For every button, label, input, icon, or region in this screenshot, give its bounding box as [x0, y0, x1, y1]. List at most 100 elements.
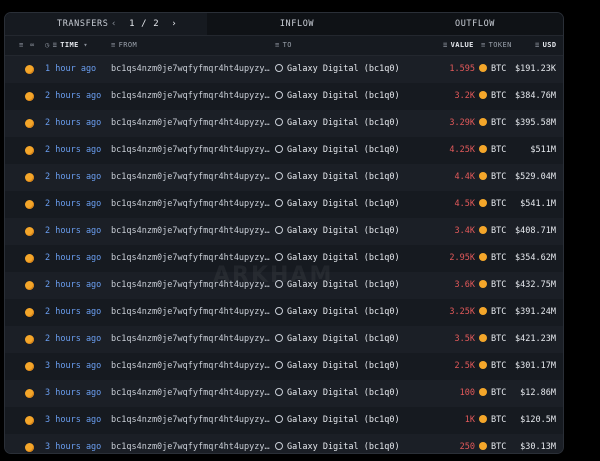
token-link[interactable]: BTC: [479, 83, 506, 110]
table-row[interactable]: 2 hours ago bc1qs4nzm0je7wqfyfmqr4ht4upyz…: [5, 110, 563, 137]
token-link[interactable]: BTC: [479, 407, 506, 434]
column-time[interactable]: ◷ ≡ TIME ▾: [45, 36, 91, 55]
token-link[interactable]: BTC: [479, 326, 506, 353]
token-link[interactable]: BTC: [479, 218, 506, 245]
token-link[interactable]: BTC: [479, 245, 506, 272]
table-row[interactable]: 2 hours ago bc1qs4nzm0je7wqfyfmqr4ht4upyz…: [5, 191, 563, 218]
transfer-value: 4.5K: [454, 199, 475, 209]
token-label: BTC: [491, 91, 507, 101]
column-token[interactable]: ≡ TOKEN: [481, 36, 512, 55]
transfer-time-link[interactable]: 2 hours ago: [45, 83, 101, 110]
to-entity-link[interactable]: Galaxy Digital (bc1q0): [275, 434, 400, 453]
token-link[interactable]: BTC: [479, 56, 506, 83]
table-row[interactable]: 3 hours ago bc1qs4nzm0je7wqfyfmqr4ht4upyz…: [5, 353, 563, 380]
chevron-right-icon[interactable]: ›: [171, 19, 177, 29]
filter-icon[interactable]: ≡: [19, 36, 27, 55]
transfer-time-link[interactable]: 2 hours ago: [45, 245, 101, 272]
to-entity-label: Galaxy Digital (bc1q0): [287, 253, 400, 263]
from-address-link[interactable]: bc1qs4nzm0je7wqfyfmqr4ht4upyzy5...: [111, 434, 271, 453]
transfer-time-link[interactable]: 2 hours ago: [45, 110, 101, 137]
token-link[interactable]: BTC: [479, 272, 506, 299]
column-to[interactable]: ≡ TO: [275, 36, 292, 55]
tab-outflow[interactable]: OUTFLOW: [387, 13, 563, 35]
to-entity-link[interactable]: Galaxy Digital (bc1q0): [275, 164, 400, 191]
from-address-link[interactable]: bc1qs4nzm0je7wqfyfmqr4ht4upyzy5...: [111, 164, 271, 191]
transfer-value: 2.95K: [449, 253, 475, 263]
table-row[interactable]: 3 hours ago bc1qs4nzm0je7wqfyfmqr4ht4upyz…: [5, 380, 563, 407]
tab-inflow[interactable]: INFLOW: [207, 13, 387, 35]
to-entity-label: Galaxy Digital (bc1q0): [287, 199, 400, 209]
from-address-link[interactable]: bc1qs4nzm0je7wqfyfmqr4ht4upyzy5...: [111, 218, 271, 245]
to-entity-link[interactable]: Galaxy Digital (bc1q0): [275, 83, 400, 110]
from-address-link[interactable]: bc1qs4nzm0je7wqfyfmqr4ht4upyzy5...: [111, 326, 271, 353]
token-link[interactable]: BTC: [479, 434, 506, 453]
tab-inflow-label: INFLOW: [279, 19, 315, 29]
column-value[interactable]: ≡ VALUE: [443, 36, 474, 55]
column-from[interactable]: ≡ FROM: [111, 36, 137, 55]
to-entity-link[interactable]: Galaxy Digital (bc1q0): [275, 137, 400, 164]
entity-icon: [275, 172, 283, 180]
transfer-time-link[interactable]: 2 hours ago: [45, 191, 101, 218]
from-address-link[interactable]: bc1qs4nzm0je7wqfyfmqr4ht4upyzy5...: [111, 380, 271, 407]
to-entity-link[interactable]: Galaxy Digital (bc1q0): [275, 407, 400, 434]
token-link[interactable]: BTC: [479, 110, 506, 137]
from-address-link[interactable]: bc1qs4nzm0je7wqfyfmqr4ht4upyzy5...: [111, 56, 271, 83]
transfer-time-link[interactable]: 2 hours ago: [45, 218, 101, 245]
from-address-link[interactable]: bc1qs4nzm0je7wqfyfmqr4ht4upyzy5...: [111, 191, 271, 218]
entity-icon: [275, 199, 283, 207]
to-entity-link[interactable]: Galaxy Digital (bc1q0): [275, 299, 400, 326]
table-row[interactable]: 2 hours ago bc1qs4nzm0je7wqfyfmqr4ht4upyz…: [5, 299, 563, 326]
table-row[interactable]: 3 hours ago bc1qs4nzm0je7wqfyfmqr4ht4upyz…: [5, 434, 563, 453]
token-label: BTC: [491, 253, 507, 263]
column-usd-label: USD: [542, 41, 557, 49]
tab-outflow-label: OUTFLOW: [454, 19, 496, 29]
btc-icon: [25, 362, 34, 371]
token-link[interactable]: BTC: [479, 353, 506, 380]
table-row[interactable]: 2 hours ago bc1qs4nzm0je7wqfyfmqr4ht4upyz…: [5, 218, 563, 245]
transfer-time-link[interactable]: 3 hours ago: [45, 353, 101, 380]
tab-transfers[interactable]: TRANSFERS ‹ 1 / 2 ›: [5, 13, 207, 35]
table-row[interactable]: 2 hours ago bc1qs4nzm0je7wqfyfmqr4ht4upyz…: [5, 164, 563, 191]
token-link[interactable]: BTC: [479, 380, 506, 407]
to-entity-link[interactable]: Galaxy Digital (bc1q0): [275, 218, 400, 245]
transfer-time-link[interactable]: 1 hour ago: [45, 56, 96, 83]
table-row[interactable]: 2 hours ago bc1qs4nzm0je7wqfyfmqr4ht4upyz…: [5, 83, 563, 110]
column-usd[interactable]: ≡ USD: [535, 36, 556, 55]
transfer-time-link[interactable]: 2 hours ago: [45, 164, 101, 191]
from-address-link[interactable]: bc1qs4nzm0je7wqfyfmqr4ht4upyzy5...: [111, 137, 271, 164]
btc-icon: [479, 199, 487, 207]
transfer-time-link[interactable]: 3 hours ago: [45, 434, 101, 453]
to-entity-link[interactable]: Galaxy Digital (bc1q0): [275, 380, 400, 407]
to-entity-label: Galaxy Digital (bc1q0): [287, 442, 400, 452]
transfer-time-link[interactable]: 2 hours ago: [45, 299, 101, 326]
from-address-link[interactable]: bc1qs4nzm0je7wqfyfmqr4ht4upyzy5...: [111, 83, 271, 110]
to-entity-label: Galaxy Digital (bc1q0): [287, 145, 400, 155]
transfer-time-link[interactable]: 2 hours ago: [45, 272, 101, 299]
transfer-time-link[interactable]: 3 hours ago: [45, 407, 101, 434]
transfer-time-link[interactable]: 2 hours ago: [45, 326, 101, 353]
from-address-link[interactable]: bc1qs4nzm0je7wqfyfmqr4ht4upyzy5...: [111, 110, 271, 137]
table-row[interactable]: 2 hours ago bc1qs4nzm0je7wqfyfmqr4ht4upyz…: [5, 326, 563, 353]
from-address-link[interactable]: bc1qs4nzm0je7wqfyfmqr4ht4upyzy5...: [111, 353, 271, 380]
to-entity-link[interactable]: Galaxy Digital (bc1q0): [275, 56, 400, 83]
table-row[interactable]: 1 hour ago bc1qs4nzm0je7wqfyfmqr4ht4upyzy…: [5, 56, 563, 83]
btc-icon: [479, 226, 487, 234]
token-link[interactable]: BTC: [479, 299, 506, 326]
from-address-link[interactable]: bc1qs4nzm0je7wqfyfmqr4ht4upyzy5...: [111, 299, 271, 326]
table-row[interactable]: 3 hours ago bc1qs4nzm0je7wqfyfmqr4ht4upyz…: [5, 407, 563, 434]
link-icon[interactable]: ∞: [30, 36, 38, 55]
transfer-time-link[interactable]: 2 hours ago: [45, 137, 101, 164]
chevron-left-icon[interactable]: ‹: [111, 19, 117, 29]
to-entity-link[interactable]: Galaxy Digital (bc1q0): [275, 326, 400, 353]
from-address-link[interactable]: bc1qs4nzm0je7wqfyfmqr4ht4upyzy5...: [111, 407, 271, 434]
btc-icon: [25, 173, 34, 182]
to-entity-link[interactable]: Galaxy Digital (bc1q0): [275, 110, 400, 137]
to-entity-label: Galaxy Digital (bc1q0): [287, 226, 400, 236]
transfer-time-link[interactable]: 3 hours ago: [45, 380, 101, 407]
to-entity-link[interactable]: Galaxy Digital (bc1q0): [275, 191, 400, 218]
token-link[interactable]: BTC: [479, 137, 506, 164]
to-entity-link[interactable]: Galaxy Digital (bc1q0): [275, 353, 400, 380]
token-link[interactable]: BTC: [479, 191, 506, 218]
table-row[interactable]: 2 hours ago bc1qs4nzm0je7wqfyfmqr4ht4upyz…: [5, 137, 563, 164]
token-link[interactable]: BTC: [479, 164, 506, 191]
